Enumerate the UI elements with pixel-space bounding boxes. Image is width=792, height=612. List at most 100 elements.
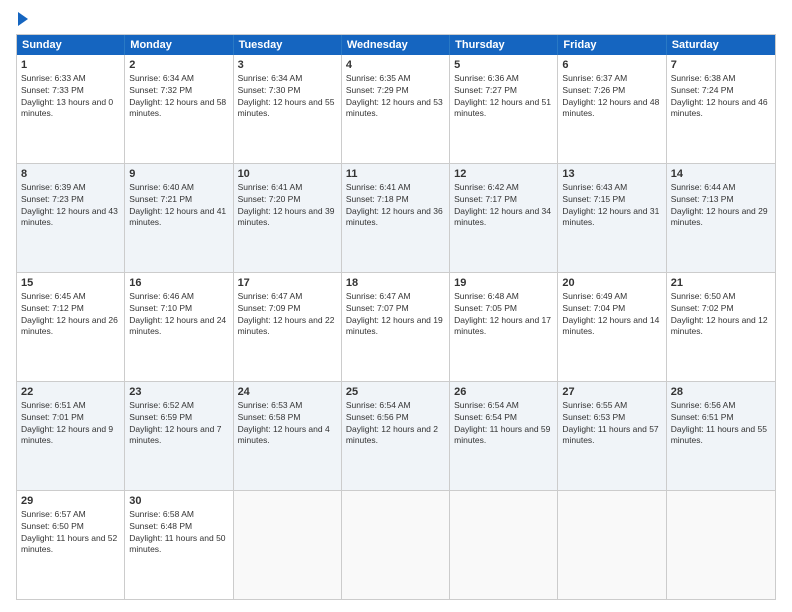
day-cell-26: 26Sunrise: 6:54 AM Sunset: 6:54 PM Dayli… xyxy=(450,382,558,490)
day-number: 25 xyxy=(346,385,445,399)
day-number: 2 xyxy=(129,58,228,72)
cell-text: Sunrise: 6:34 AM Sunset: 7:32 PM Dayligh… xyxy=(129,73,226,118)
day-number: 19 xyxy=(454,276,553,290)
cell-text: Sunrise: 6:34 AM Sunset: 7:30 PM Dayligh… xyxy=(238,73,335,118)
day-number: 13 xyxy=(562,167,661,181)
day-cell-21: 21Sunrise: 6:50 AM Sunset: 7:02 PM Dayli… xyxy=(667,273,775,381)
day-number: 17 xyxy=(238,276,337,290)
day-cell-20: 20Sunrise: 6:49 AM Sunset: 7:04 PM Dayli… xyxy=(558,273,666,381)
cell-text: Sunrise: 6:35 AM Sunset: 7:29 PM Dayligh… xyxy=(346,73,443,118)
day-cell-24: 24Sunrise: 6:53 AM Sunset: 6:58 PM Dayli… xyxy=(234,382,342,490)
logo-arrow-icon xyxy=(18,12,28,26)
cell-text: Sunrise: 6:42 AM Sunset: 7:17 PM Dayligh… xyxy=(454,182,551,227)
day-cell-13: 13Sunrise: 6:43 AM Sunset: 7:15 PM Dayli… xyxy=(558,164,666,272)
cell-text: Sunrise: 6:33 AM Sunset: 7:33 PM Dayligh… xyxy=(21,73,113,118)
cell-text: Sunrise: 6:40 AM Sunset: 7:21 PM Dayligh… xyxy=(129,182,226,227)
day-cell-17: 17Sunrise: 6:47 AM Sunset: 7:09 PM Dayli… xyxy=(234,273,342,381)
day-number: 27 xyxy=(562,385,661,399)
day-cell-27: 27Sunrise: 6:55 AM Sunset: 6:53 PM Dayli… xyxy=(558,382,666,490)
day-number: 14 xyxy=(671,167,771,181)
day-cell-29: 29Sunrise: 6:57 AM Sunset: 6:50 PM Dayli… xyxy=(17,491,125,599)
cell-text: Sunrise: 6:52 AM Sunset: 6:59 PM Dayligh… xyxy=(129,400,221,445)
day-cell-12: 12Sunrise: 6:42 AM Sunset: 7:17 PM Dayli… xyxy=(450,164,558,272)
day-cell-18: 18Sunrise: 6:47 AM Sunset: 7:07 PM Dayli… xyxy=(342,273,450,381)
header-day-thursday: Thursday xyxy=(450,35,558,55)
header-day-friday: Friday xyxy=(558,35,666,55)
day-number: 22 xyxy=(21,385,120,399)
day-cell-9: 9Sunrise: 6:40 AM Sunset: 7:21 PM Daylig… xyxy=(125,164,233,272)
cell-text: Sunrise: 6:45 AM Sunset: 7:12 PM Dayligh… xyxy=(21,291,118,336)
cell-text: Sunrise: 6:46 AM Sunset: 7:10 PM Dayligh… xyxy=(129,291,226,336)
day-cell-8: 8Sunrise: 6:39 AM Sunset: 7:23 PM Daylig… xyxy=(17,164,125,272)
day-cell-1: 1Sunrise: 6:33 AM Sunset: 7:33 PM Daylig… xyxy=(17,55,125,163)
day-cell-10: 10Sunrise: 6:41 AM Sunset: 7:20 PM Dayli… xyxy=(234,164,342,272)
logo xyxy=(16,12,28,26)
cell-text: Sunrise: 6:54 AM Sunset: 6:56 PM Dayligh… xyxy=(346,400,438,445)
calendar-body: 1Sunrise: 6:33 AM Sunset: 7:33 PM Daylig… xyxy=(17,55,775,599)
day-number: 10 xyxy=(238,167,337,181)
logo-blue-text xyxy=(16,12,28,26)
day-cell-28: 28Sunrise: 6:56 AM Sunset: 6:51 PM Dayli… xyxy=(667,382,775,490)
cell-text: Sunrise: 6:43 AM Sunset: 7:15 PM Dayligh… xyxy=(562,182,659,227)
calendar-row-1: 8Sunrise: 6:39 AM Sunset: 7:23 PM Daylig… xyxy=(17,163,775,272)
day-number: 30 xyxy=(129,494,228,508)
cell-text: Sunrise: 6:53 AM Sunset: 6:58 PM Dayligh… xyxy=(238,400,330,445)
day-number: 20 xyxy=(562,276,661,290)
header-day-tuesday: Tuesday xyxy=(234,35,342,55)
cell-text: Sunrise: 6:41 AM Sunset: 7:20 PM Dayligh… xyxy=(238,182,335,227)
day-number: 7 xyxy=(671,58,771,72)
day-number: 1 xyxy=(21,58,120,72)
calendar: SundayMondayTuesdayWednesdayThursdayFrid… xyxy=(16,34,776,600)
cell-text: Sunrise: 6:36 AM Sunset: 7:27 PM Dayligh… xyxy=(454,73,551,118)
cell-text: Sunrise: 6:47 AM Sunset: 7:09 PM Dayligh… xyxy=(238,291,335,336)
day-number: 9 xyxy=(129,167,228,181)
page: SundayMondayTuesdayWednesdayThursdayFrid… xyxy=(0,0,792,612)
day-cell-19: 19Sunrise: 6:48 AM Sunset: 7:05 PM Dayli… xyxy=(450,273,558,381)
cell-text: Sunrise: 6:39 AM Sunset: 7:23 PM Dayligh… xyxy=(21,182,118,227)
cell-text: Sunrise: 6:58 AM Sunset: 6:48 PM Dayligh… xyxy=(129,509,225,554)
day-number: 12 xyxy=(454,167,553,181)
calendar-row-4: 29Sunrise: 6:57 AM Sunset: 6:50 PM Dayli… xyxy=(17,490,775,599)
calendar-row-0: 1Sunrise: 6:33 AM Sunset: 7:33 PM Daylig… xyxy=(17,55,775,163)
header-day-monday: Monday xyxy=(125,35,233,55)
cell-text: Sunrise: 6:55 AM Sunset: 6:53 PM Dayligh… xyxy=(562,400,658,445)
empty-cell xyxy=(558,491,666,599)
header xyxy=(16,12,776,26)
cell-text: Sunrise: 6:38 AM Sunset: 7:24 PM Dayligh… xyxy=(671,73,768,118)
day-cell-7: 7Sunrise: 6:38 AM Sunset: 7:24 PM Daylig… xyxy=(667,55,775,163)
empty-cell xyxy=(450,491,558,599)
day-cell-23: 23Sunrise: 6:52 AM Sunset: 6:59 PM Dayli… xyxy=(125,382,233,490)
empty-cell xyxy=(342,491,450,599)
cell-text: Sunrise: 6:49 AM Sunset: 7:04 PM Dayligh… xyxy=(562,291,659,336)
day-number: 4 xyxy=(346,58,445,72)
day-cell-5: 5Sunrise: 6:36 AM Sunset: 7:27 PM Daylig… xyxy=(450,55,558,163)
day-number: 15 xyxy=(21,276,120,290)
header-day-saturday: Saturday xyxy=(667,35,775,55)
header-day-wednesday: Wednesday xyxy=(342,35,450,55)
cell-text: Sunrise: 6:48 AM Sunset: 7:05 PM Dayligh… xyxy=(454,291,551,336)
day-cell-22: 22Sunrise: 6:51 AM Sunset: 7:01 PM Dayli… xyxy=(17,382,125,490)
day-number: 6 xyxy=(562,58,661,72)
cell-text: Sunrise: 6:47 AM Sunset: 7:07 PM Dayligh… xyxy=(346,291,443,336)
cell-text: Sunrise: 6:41 AM Sunset: 7:18 PM Dayligh… xyxy=(346,182,443,227)
day-number: 26 xyxy=(454,385,553,399)
calendar-row-3: 22Sunrise: 6:51 AM Sunset: 7:01 PM Dayli… xyxy=(17,381,775,490)
day-cell-30: 30Sunrise: 6:58 AM Sunset: 6:48 PM Dayli… xyxy=(125,491,233,599)
day-number: 21 xyxy=(671,276,771,290)
cell-text: Sunrise: 6:57 AM Sunset: 6:50 PM Dayligh… xyxy=(21,509,117,554)
day-number: 3 xyxy=(238,58,337,72)
day-number: 16 xyxy=(129,276,228,290)
day-number: 8 xyxy=(21,167,120,181)
cell-text: Sunrise: 6:50 AM Sunset: 7:02 PM Dayligh… xyxy=(671,291,768,336)
empty-cell xyxy=(234,491,342,599)
day-cell-3: 3Sunrise: 6:34 AM Sunset: 7:30 PM Daylig… xyxy=(234,55,342,163)
header-day-sunday: Sunday xyxy=(17,35,125,55)
day-number: 29 xyxy=(21,494,120,508)
cell-text: Sunrise: 6:44 AM Sunset: 7:13 PM Dayligh… xyxy=(671,182,768,227)
cell-text: Sunrise: 6:37 AM Sunset: 7:26 PM Dayligh… xyxy=(562,73,659,118)
day-cell-4: 4Sunrise: 6:35 AM Sunset: 7:29 PM Daylig… xyxy=(342,55,450,163)
day-cell-25: 25Sunrise: 6:54 AM Sunset: 6:56 PM Dayli… xyxy=(342,382,450,490)
calendar-row-2: 15Sunrise: 6:45 AM Sunset: 7:12 PM Dayli… xyxy=(17,272,775,381)
day-number: 24 xyxy=(238,385,337,399)
day-cell-15: 15Sunrise: 6:45 AM Sunset: 7:12 PM Dayli… xyxy=(17,273,125,381)
